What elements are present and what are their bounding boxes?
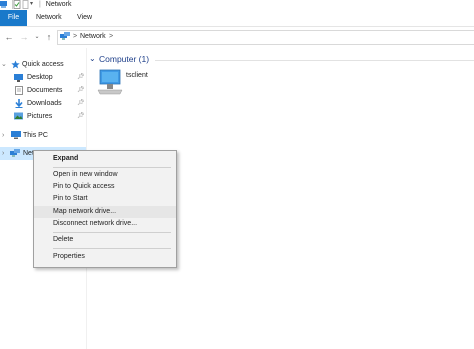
collapsed-chevron-icon[interactable]: ›	[2, 147, 4, 160]
breadcrumb-network[interactable]: Network	[80, 31, 106, 42]
nav-item-desktop[interactable]: Desktop 📌︎	[0, 71, 86, 84]
menu-separator	[53, 248, 171, 249]
properties-icon[interactable]	[12, 0, 22, 9]
nav-item-this-pc[interactable]: › This PC	[0, 129, 86, 142]
pin-icon[interactable]: 📌︎	[77, 71, 85, 84]
pin-icon[interactable]: 📌︎	[77, 110, 85, 123]
window-title: | Network	[39, 1, 72, 8]
pin-icon[interactable]: 📌︎	[77, 97, 85, 110]
nav-item-documents[interactable]: Documents 📌︎	[0, 84, 86, 97]
group-collapse-chevron-icon[interactable]: ⌄	[89, 53, 96, 65]
expanded-chevron-icon[interactable]: ⌄	[1, 58, 7, 71]
menu-item-map-network-drive[interactable]: Map network drive...	[34, 206, 176, 218]
collapsed-chevron-icon[interactable]: ›	[2, 129, 4, 142]
customize-toolbar-icon[interactable]: ▾	[30, 0, 39, 9]
menu-item-properties[interactable]: Properties	[34, 251, 176, 263]
menu-item-pin-to-start[interactable]: Pin to Start	[34, 193, 176, 205]
computer-icon	[96, 68, 124, 98]
nav-item-pictures[interactable]: Pictures 📌︎	[0, 110, 86, 123]
computer-name[interactable]: tsclient	[126, 71, 148, 81]
menu-item-pin-quick-access[interactable]: Pin to Quick access	[34, 181, 176, 193]
tab-file[interactable]: File	[0, 10, 27, 26]
pin-icon[interactable]: 📌︎	[77, 84, 85, 97]
recent-locations-chevron-icon[interactable]: ⌄	[31, 30, 43, 44]
menu-item-expand[interactable]: Expand	[34, 153, 176, 165]
breadcrumb-chevron-icon[interactable]: >	[109, 31, 113, 42]
pictures-folder-icon	[14, 112, 23, 125]
forward-arrow-icon[interactable]: →	[18, 30, 30, 44]
menu-separator	[53, 232, 171, 233]
group-divider	[155, 60, 474, 61]
menu-item-disconnect-network-drive[interactable]: Disconnect network drive...	[34, 218, 176, 230]
computer-icon	[11, 131, 21, 145]
group-header[interactable]: Computer (1)	[99, 53, 149, 65]
menu-item-delete[interactable]: Delete	[34, 234, 176, 246]
network-icon	[10, 149, 21, 163]
breadcrumb-chevron-icon[interactable]: >	[73, 31, 77, 42]
menu-separator	[53, 167, 171, 168]
network-app-icon[interactable]	[0, 0, 9, 9]
menu-item-open-new-window[interactable]: Open in new window	[34, 169, 176, 181]
nav-item-quick-access[interactable]: ⌄ Quick access	[0, 58, 86, 71]
tab-network[interactable]: Network	[36, 10, 62, 26]
network-icon	[60, 32, 71, 43]
address-bar[interactable]	[57, 30, 474, 45]
ribbon-tab-bar	[0, 10, 474, 27]
nav-item-downloads[interactable]: Downloads 📌︎	[0, 97, 86, 110]
up-arrow-icon[interactable]: ↑	[43, 30, 55, 44]
tab-view[interactable]: View	[77, 10, 92, 26]
back-arrow-icon[interactable]: ←	[3, 30, 15, 44]
